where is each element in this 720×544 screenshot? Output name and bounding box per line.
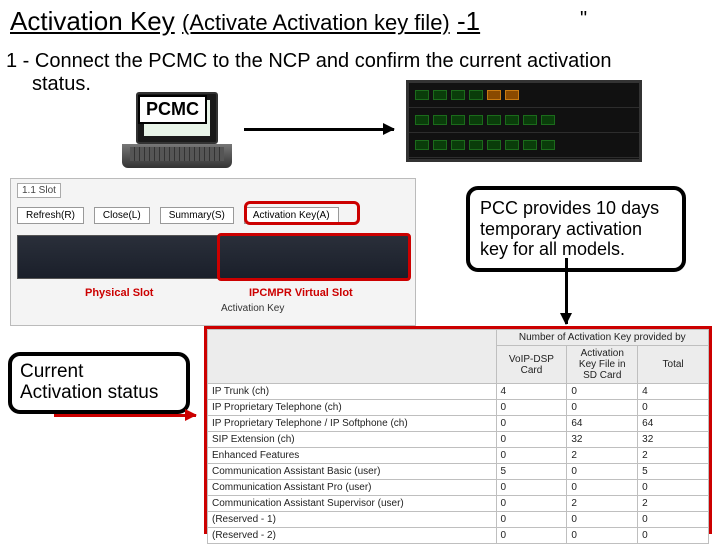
title-sub: (Activate Activation key file) xyxy=(182,10,450,35)
ncp-device xyxy=(406,80,642,162)
ncp-row xyxy=(409,133,639,158)
table-row: IP Proprietary Telephone / IP Softphone … xyxy=(208,416,709,432)
table-body: IP Trunk (ch)404 IP Proprietary Telephon… xyxy=(208,384,709,544)
activation-key-highlight xyxy=(244,201,360,225)
col-feature xyxy=(208,330,497,384)
arrow-callout-to-table xyxy=(565,258,568,324)
table-row: (Reserved - 1)000 xyxy=(208,512,709,528)
close-button[interactable]: Close(L) xyxy=(94,207,150,224)
table-row: IP Proprietary Telephone (ch)000 xyxy=(208,400,709,416)
col-voip: VoIP-DSP Card xyxy=(496,346,567,384)
table-row: (Reserved - 2)000 xyxy=(208,528,709,544)
slide-title: Activation Key (Activate Activation key … xyxy=(10,6,480,37)
ncp-row xyxy=(409,83,639,108)
table-row: Communication Assistant Basic (user)505 xyxy=(208,464,709,480)
table-row: SIP Extension (ch)03232 xyxy=(208,432,709,448)
activation-key-label: Activation Key xyxy=(221,303,284,314)
summary-button[interactable]: Summary(S) xyxy=(160,207,234,224)
callout-pcc: PCC provides 10 days temporary activatio… xyxy=(466,186,686,272)
table-row: Communication Assistant Pro (user)000 xyxy=(208,480,709,496)
col-group: Number of Activation Key provided by xyxy=(496,330,708,346)
virtual-slot-highlight xyxy=(217,233,411,281)
col-sd: Activation Key File in SD Card xyxy=(567,346,638,384)
arrow-pcmc-to-ncp xyxy=(244,128,394,131)
activation-status-table: Number of Activation Key provided by VoI… xyxy=(207,329,709,544)
callout2-line1: Current xyxy=(20,362,178,383)
arrow-callout-to-table-red xyxy=(54,414,196,417)
refresh-button[interactable]: Refresh(R) xyxy=(17,207,84,224)
stray-quote: " xyxy=(580,8,587,31)
callout2-line2: Activation status xyxy=(20,383,178,404)
ncp-row xyxy=(409,108,639,133)
activation-status-table-wrap: Number of Activation Key provided by VoI… xyxy=(204,326,712,534)
table-row: Enhanced Features022 xyxy=(208,448,709,464)
virtual-slot-label: IPCMPR Virtual Slot xyxy=(249,287,353,299)
laptop-keys xyxy=(130,147,224,161)
table-row: IP Trunk (ch)404 xyxy=(208,384,709,400)
callout-current-status: Current Activation status xyxy=(8,352,190,414)
step-line1: 1 - Connect the PCMC to the NCP and conf… xyxy=(6,50,696,73)
table-row: Communication Assistant Supervisor (user… xyxy=(208,496,709,512)
col-total: Total xyxy=(638,346,709,384)
pcmc-screenshot: 1.1 Slot Refresh(R) Close(L) Summary(S) … xyxy=(10,178,416,326)
physical-slot-label: Physical Slot xyxy=(85,287,153,299)
title-num: -1 xyxy=(457,6,480,36)
pcmc-label: PCMC xyxy=(138,95,207,124)
title-main: Activation Key xyxy=(10,6,175,36)
ss1-slot-title: 1.1 Slot xyxy=(17,183,61,198)
